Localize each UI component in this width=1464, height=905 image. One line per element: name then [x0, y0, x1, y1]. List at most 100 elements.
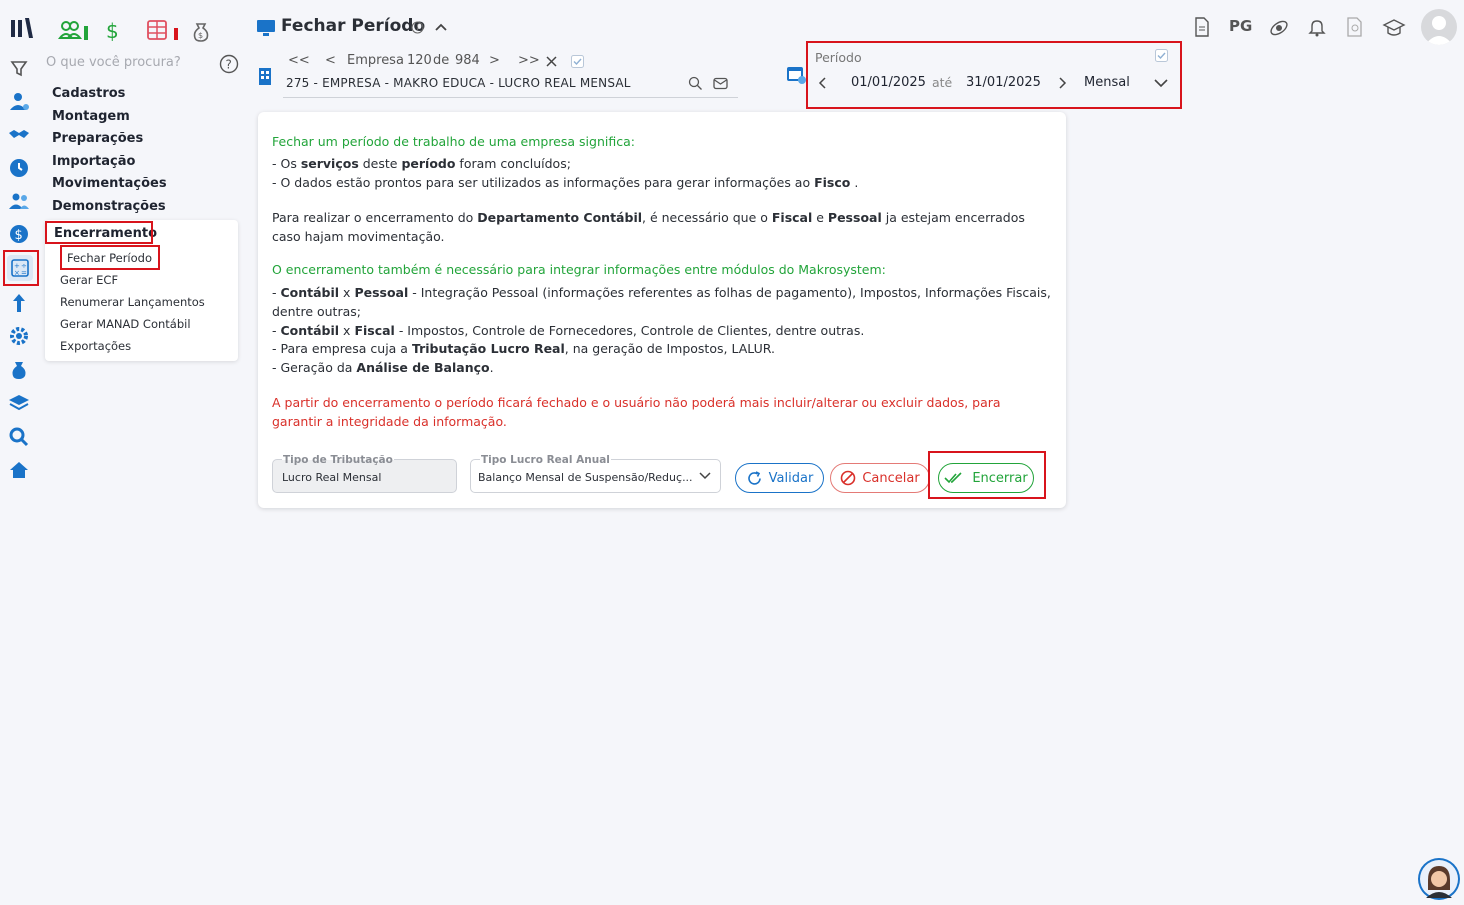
periodo-checkbox[interactable]: [1155, 49, 1168, 62]
dollar-module-icon[interactable]: $: [104, 18, 130, 44]
company-counter-label: Empresa: [347, 53, 404, 68]
periodo-label: Período: [815, 50, 862, 65]
assistant-avatar[interactable]: [1418, 858, 1460, 900]
pg-button[interactable]: PG: [1229, 17, 1252, 35]
ban-icon: [841, 470, 856, 486]
bullet-lucro-real: - Para empresa cuja a Tributação Lucro R…: [272, 341, 775, 356]
calendar-icon: [785, 64, 807, 84]
menu-montagem[interactable]: Montagem: [52, 109, 130, 124]
upload-icon[interactable]: [7, 291, 31, 315]
report-search-icon[interactable]: [1346, 17, 1364, 37]
encerrar-label: Encerrar: [972, 470, 1028, 486]
user-register-icon[interactable]: [7, 89, 31, 113]
paragraph-departamento: Para realizar o encerramento do Departam…: [272, 210, 1025, 244]
company-search-icon[interactable]: [688, 76, 703, 91]
next-period-icon[interactable]: [1056, 76, 1068, 90]
next-company-button[interactable]: >: [489, 53, 500, 68]
mail-icon[interactable]: [713, 77, 728, 90]
submenu-exportacoes[interactable]: Exportações: [60, 339, 131, 353]
encerramento-highlight: [45, 221, 153, 244]
graduation-cap-icon[interactable]: [1382, 17, 1406, 39]
money-bag-icon[interactable]: [7, 358, 31, 382]
avatar[interactable]: [1421, 9, 1457, 45]
tipo-tributacao-value: Lucro Real Mensal: [282, 471, 382, 484]
integration-heading: O encerramento também é necessário para …: [272, 262, 886, 277]
company-checkbox[interactable]: [571, 55, 584, 68]
period-ate-label: até: [932, 75, 953, 90]
bullet-fisco: - O dados estão prontos para ser utiliza…: [272, 175, 859, 190]
close-icon[interactable]: [545, 55, 558, 68]
svg-text:?: ?: [226, 58, 232, 72]
search-input[interactable]: O que você procura?: [46, 55, 181, 70]
clock-icon[interactable]: [7, 156, 31, 180]
prev-period-icon[interactable]: [817, 76, 829, 90]
monitor-icon: [256, 19, 276, 37]
first-company-button[interactable]: <<: [288, 53, 310, 68]
company-underline: [283, 97, 738, 98]
cancelar-label: Cancelar: [862, 470, 920, 486]
prev-company-button[interactable]: <: [325, 53, 336, 68]
last-company-button[interactable]: >>: [518, 53, 540, 68]
chevron-down-icon[interactable]: [1153, 76, 1169, 90]
dollar-coin-icon[interactable]: $: [7, 222, 31, 246]
company-name[interactable]: 275 - EMPRESA - MAKRO EDUCA - LUCRO REAL…: [286, 76, 631, 90]
layers-icon[interactable]: [7, 391, 31, 415]
chevron-up-icon[interactable]: [433, 19, 449, 35]
company-de: de: [433, 53, 450, 68]
period-mode-select[interactable]: Mensal: [1084, 75, 1130, 90]
menu-cadastros[interactable]: Cadastros: [52, 86, 125, 101]
company-total: 984: [455, 53, 480, 68]
satellite-icon[interactable]: [1268, 16, 1290, 38]
bullet-servicos: - Os serviços deste período foram conclu…: [272, 156, 571, 171]
bullet-analise-balanco: - Geração da Análise de Balanço.: [272, 360, 494, 375]
fechar-periodo-highlight: [60, 245, 160, 270]
validar-label: Validar: [768, 470, 814, 486]
tipo-tributacao-label: Tipo de Tributação: [282, 454, 394, 466]
document-icon[interactable]: [1193, 17, 1211, 37]
bell-icon[interactable]: [1308, 17, 1326, 37]
makro-logo[interactable]: [9, 16, 35, 40]
page-title: Fechar Período: [281, 16, 426, 36]
select-chevron-down-icon[interactable]: [698, 470, 712, 482]
intro-heading: Fechar um período de trabalho de uma emp…: [272, 134, 635, 149]
spreadsheet-module-icon[interactable]: [146, 18, 178, 44]
help-icon[interactable]: ?: [219, 54, 239, 74]
tipo-lucro-real-value: Balanço Mensal de Suspensão/Reduç...: [478, 471, 693, 484]
bullet-contabil-fiscal: - Contábil x Fiscal - Impostos, Controle…: [272, 323, 865, 338]
encerrar-button[interactable]: Encerrar: [938, 463, 1034, 493]
info-icon[interactable]: [411, 21, 424, 34]
tipo-lucro-real-select[interactable]: Tipo Lucro Real Anual Balanço Mensal de …: [470, 454, 721, 493]
search-icon[interactable]: [7, 425, 31, 449]
handshake-icon[interactable]: [7, 122, 31, 146]
menu-preparacoes[interactable]: Preparações: [52, 131, 143, 146]
people-module-icon[interactable]: [58, 18, 88, 44]
period-end-date[interactable]: 31/01/2025: [966, 75, 1041, 90]
double-check-icon: [944, 472, 962, 484]
period-start-date[interactable]: 01/01/2025: [851, 75, 926, 90]
calculator-icon[interactable]: + ÷ × =: [7, 255, 33, 281]
menu-movimentacoes[interactable]: Movimentações: [52, 176, 167, 191]
submenu-gerar-manad[interactable]: Gerar MANAD Contábil: [60, 317, 191, 331]
svg-text:×: ×: [14, 269, 20, 277]
warning-text: A partir do encerramento o período ficar…: [272, 395, 1001, 429]
company-index: 120: [407, 53, 432, 68]
group-icon[interactable]: [7, 189, 31, 213]
menu-importacao[interactable]: Importação: [52, 154, 135, 169]
tipo-lucro-real-label: Tipo Lucro Real Anual: [480, 454, 611, 466]
svg-text:=: =: [21, 269, 27, 277]
svg-text:$: $: [15, 228, 23, 243]
building-icon: [257, 66, 273, 86]
svg-text:$: $: [198, 31, 203, 40]
filter-icon[interactable]: [7, 56, 31, 80]
refresh-icon: [747, 470, 761, 485]
money-bag-module-icon[interactable]: $: [192, 18, 218, 44]
submenu-renumerar[interactable]: Renumerar Lançamentos: [60, 295, 205, 309]
svg-text:$: $: [106, 19, 119, 43]
validar-button[interactable]: Validar: [735, 463, 824, 493]
cancelar-button[interactable]: Cancelar: [830, 463, 930, 493]
tipo-tributacao-field: Tipo de Tributação Lucro Real Mensal: [272, 454, 457, 493]
menu-demonstracoes[interactable]: Demonstrações: [52, 199, 166, 214]
home-icon[interactable]: [7, 458, 31, 482]
gear-icon[interactable]: [7, 324, 31, 348]
submenu-gerar-ecf[interactable]: Gerar ECF: [60, 273, 118, 287]
